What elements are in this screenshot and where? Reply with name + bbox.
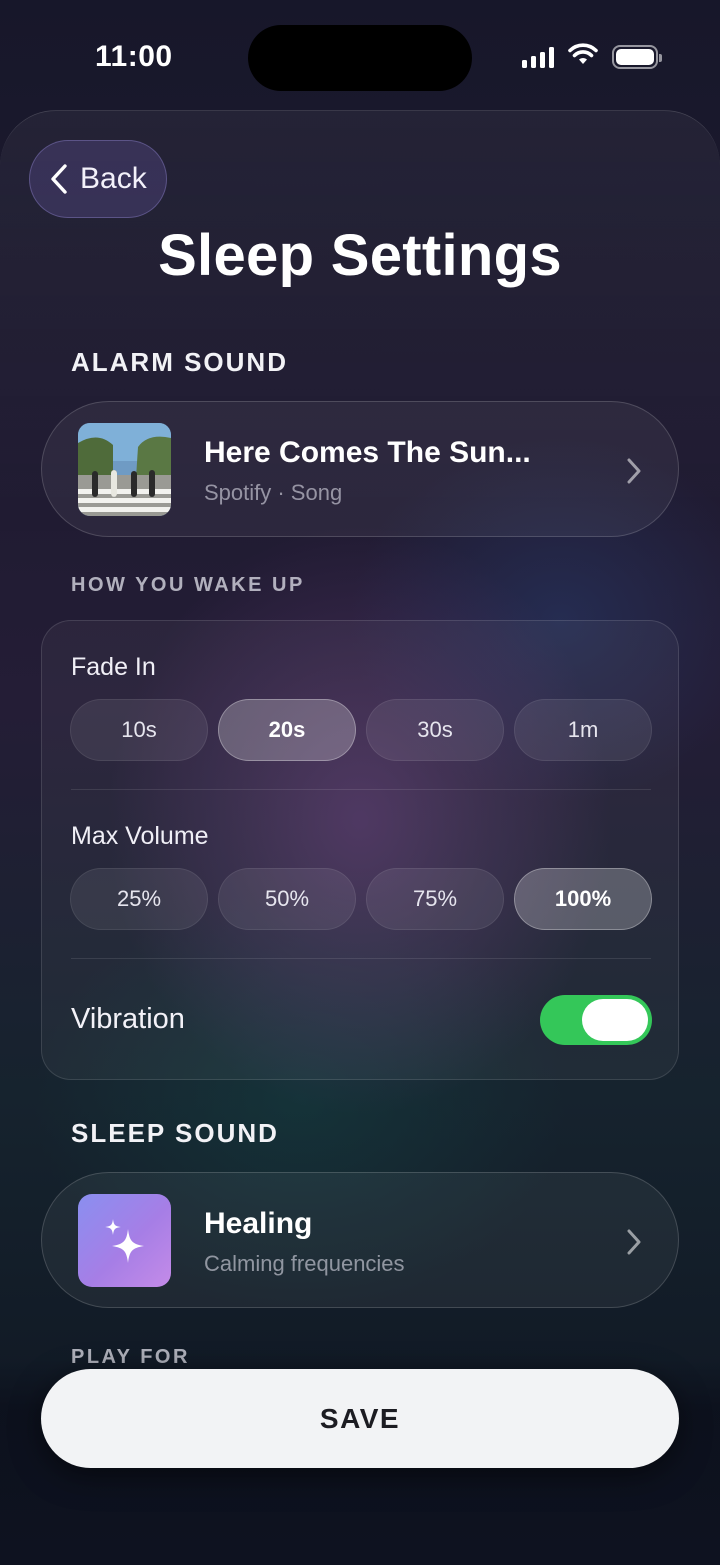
wifi-icon (568, 43, 598, 70)
fade-in-option-20s[interactable]: 20s (218, 699, 356, 761)
max-volume-option-25[interactable]: 25% (70, 868, 208, 930)
chevron-left-icon (50, 163, 68, 195)
max-volume-options: 25% 50% 75% 100% (70, 868, 652, 930)
back-label: Back (80, 162, 147, 195)
battery-icon (612, 44, 662, 69)
save-label: SAVE (319, 1402, 401, 1434)
fade-in-option-1m[interactable]: 1m (514, 699, 652, 761)
fade-in-option-10s[interactable]: 10s (70, 699, 208, 761)
save-button[interactable]: SAVE (41, 1369, 679, 1468)
wake-heading: HOW YOU WAKE UP (71, 574, 305, 596)
sleep-sound-row[interactable]: Healing Calming frequencies (41, 1172, 679, 1308)
chevron-right-icon (626, 1228, 642, 1261)
wake-options-card: Fade In 10s 20s 30s 1m Max Volume 25% 50… (41, 620, 679, 1080)
max-volume-option-75[interactable]: 75% (366, 868, 504, 930)
alarm-track-title: Here Comes The Sun... (204, 436, 531, 469)
sleep-sound-subtitle: Calming frequencies (204, 1251, 405, 1276)
status-icons (522, 43, 662, 70)
fade-in-label: Fade In (71, 653, 156, 681)
status-time: 11:00 (95, 40, 173, 73)
divider (71, 958, 651, 959)
alarm-track-subtitle: Spotify · Song (204, 480, 343, 505)
alarm-sound-heading: ALARM SOUND (71, 347, 288, 377)
page-title: Sleep Settings (158, 223, 562, 288)
max-volume-label: Max Volume (71, 822, 209, 850)
vibration-toggle[interactable] (540, 995, 652, 1045)
toggle-knob (582, 999, 648, 1041)
divider (71, 789, 651, 790)
max-volume-option-100[interactable]: 100% (514, 868, 652, 930)
dynamic-island (248, 25, 472, 91)
chevron-right-icon (626, 457, 642, 490)
back-button[interactable]: Back (29, 140, 167, 218)
max-volume-option-50[interactable]: 50% (218, 868, 356, 930)
fade-in-options: 10s 20s 30s 1m (70, 699, 652, 761)
album-art (78, 423, 171, 516)
sparkles-icon (78, 1194, 171, 1287)
signal-icon (522, 46, 554, 68)
vibration-label: Vibration (71, 1003, 185, 1035)
sleep-sound-heading: SLEEP SOUND (71, 1118, 279, 1148)
alarm-sound-row[interactable]: Here Comes The Sun... Spotify · Song (41, 401, 679, 537)
sleep-sound-title: Healing (204, 1207, 313, 1240)
fade-in-option-30s[interactable]: 30s (366, 699, 504, 761)
